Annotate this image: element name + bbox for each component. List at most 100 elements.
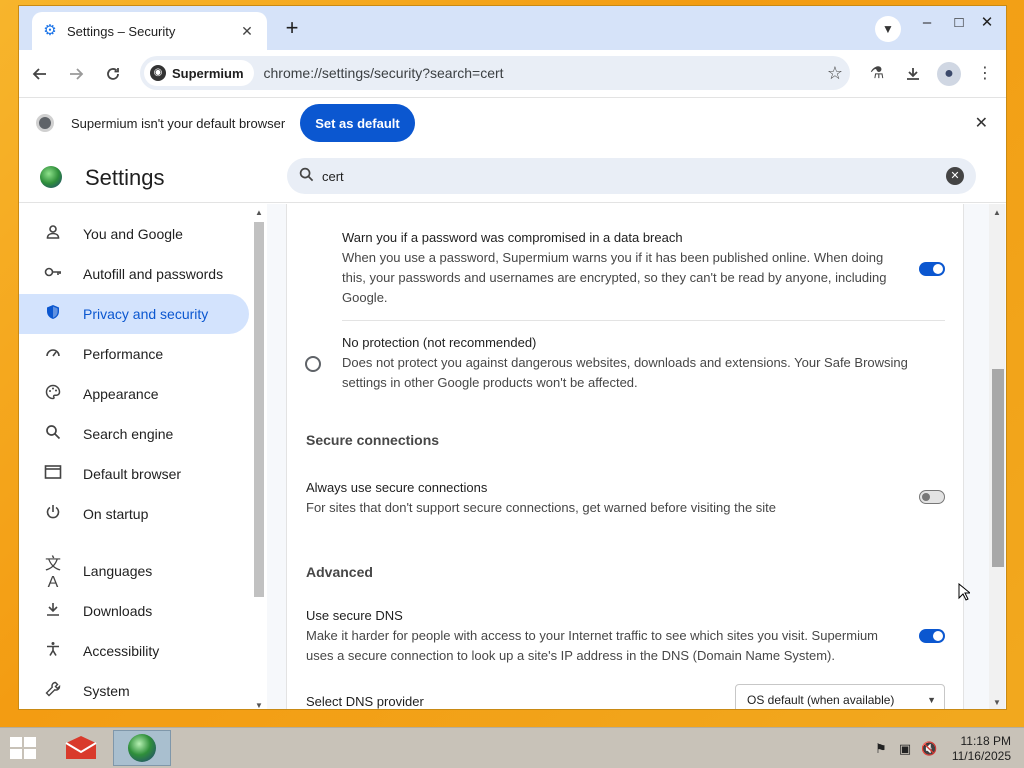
secure-connections-heading: Secure connections: [306, 432, 440, 448]
more-menu-icon[interactable]: ⋮: [973, 62, 997, 86]
taskbar: ⚑ ▣ 🔇 11:18 PM 11/16/2025: [0, 727, 1024, 768]
breach-warning-toggle[interactable]: [919, 262, 945, 276]
banner-close-button[interactable]: ✕: [975, 113, 988, 133]
taskbar-clock[interactable]: 11:18 PM 11/16/2025: [952, 734, 1011, 764]
sidebar-item-search-engine[interactable]: Search engine: [19, 414, 249, 454]
supermium-logo-icon: [128, 734, 156, 762]
close-window-button[interactable]: ✕: [967, 10, 1006, 36]
bookmark-star-icon[interactable]: ☆: [820, 63, 850, 84]
profile-avatar-icon[interactable]: ●: [937, 62, 961, 86]
breach-desc-line: When you use a password, Supermium warns…: [342, 250, 884, 265]
breach-title: Warn you if a password was compromised i…: [342, 230, 683, 245]
tab-search-button[interactable]: ▼: [875, 16, 901, 42]
taskbar-app-1[interactable]: [52, 730, 110, 766]
flag-icon[interactable]: ⚑: [873, 741, 889, 757]
settings-search-box[interactable]: ✕: [287, 158, 976, 194]
sidebar-item-on-startup[interactable]: On startup: [19, 494, 249, 534]
dns-provider-select[interactable]: OS default (when available) ▼: [735, 684, 945, 709]
scroll-down-arrow-icon[interactable]: ▼: [992, 698, 1002, 707]
sidebar-scroll-thumb[interactable]: [254, 222, 264, 597]
arrow-right-icon: [70, 68, 84, 80]
search-icon: [299, 167, 314, 186]
advanced-heading: Advanced: [306, 564, 373, 580]
sidebar-item-default-browser[interactable]: Default browser: [19, 454, 249, 494]
new-tab-button[interactable]: +: [278, 15, 306, 43]
secure-dns-title: Use secure DNS: [306, 608, 403, 623]
secure-dns-toggle[interactable]: [919, 629, 945, 643]
page-title: Settings: [85, 165, 165, 190]
no-protection-desc-line: Does not protect you against dangerous w…: [342, 355, 908, 370]
sidebar-item-autofill[interactable]: Autofill and passwords: [19, 254, 249, 294]
always-secure-title: Always use secure connections: [306, 480, 488, 495]
sidebar-item-performance[interactable]: Performance: [19, 334, 249, 374]
sidebar-item-label: Downloads: [83, 603, 153, 619]
breach-desc-line: this, your passwords and usernames are e…: [342, 270, 887, 285]
sidebar-item-label: You and Google: [83, 226, 183, 242]
sidebar-item-accessibility[interactable]: Accessibility: [19, 631, 249, 671]
sidebar-item-system[interactable]: System: [19, 671, 249, 709]
site-info-icon: ◉: [150, 65, 166, 81]
speedometer-icon: [41, 344, 65, 365]
tab-close-button[interactable]: ✕: [237, 23, 257, 40]
sidebar-scrollbar[interactable]: ▲ ▼: [254, 208, 266, 709]
start-button[interactable]: [10, 737, 38, 761]
security-card: Warn you if a password was compromised i…: [286, 204, 964, 709]
no-protection-desc-line: settings in other Google products won't …: [342, 375, 638, 390]
supermium-logo-icon: [36, 114, 54, 132]
forward-button[interactable]: [62, 60, 90, 88]
settings-logo-icon: [40, 166, 62, 188]
scroll-up-arrow-icon[interactable]: ▲: [254, 208, 264, 217]
clear-search-button[interactable]: ✕: [946, 167, 964, 185]
settings-main: Warn you if a password was compromised i…: [267, 204, 1006, 709]
scroll-up-arrow-icon[interactable]: ▲: [992, 208, 1002, 217]
toolbar: ◉ Supermium chrome://settings/security?s…: [19, 50, 1006, 97]
sidebar-item-label: Appearance: [83, 386, 159, 402]
sidebar-item-appearance[interactable]: Appearance: [19, 374, 249, 414]
sidebar-item-label: Default browser: [83, 466, 182, 482]
key-icon: [41, 264, 65, 285]
clock-time: 11:18 PM: [960, 734, 1011, 748]
sidebar-item-label: Languages: [83, 563, 153, 579]
no-protection-row[interactable]: No protection (not recommended) Does not…: [342, 333, 942, 393]
sidebar-item-label: System: [83, 683, 130, 699]
page-scroll-thumb[interactable]: [992, 369, 1004, 567]
scroll-down-arrow-icon[interactable]: ▼: [254, 701, 264, 709]
network-icon[interactable]: ▣: [897, 741, 913, 757]
secure-dns-desc-line: uses a secure connection to look up a si…: [306, 648, 835, 663]
page-scrollbar[interactable]: ▲ ▼: [989, 204, 1005, 709]
no-protection-title: No protection (not recommended): [342, 335, 537, 350]
chevron-down-icon: ▼: [882, 22, 894, 36]
url-text[interactable]: chrome://settings/security?search=cert: [264, 65, 820, 81]
divider: [342, 320, 945, 321]
address-bar[interactable]: ◉ Supermium chrome://settings/security?s…: [140, 56, 850, 90]
taskbar-supermium[interactable]: [113, 730, 171, 766]
sidebar-item-label: Autofill and passwords: [83, 266, 224, 282]
set-as-default-button[interactable]: Set as default: [300, 104, 415, 142]
settings-search-input[interactable]: [322, 168, 946, 184]
power-icon: [41, 504, 65, 525]
downloads-icon[interactable]: [901, 62, 925, 86]
site-info-chip[interactable]: ◉ Supermium: [144, 60, 254, 86]
mouse-cursor-icon: [958, 583, 970, 601]
sidebar-item-label: Search engine: [83, 426, 174, 442]
browser-window: ⚙ Settings – Security ✕ + ▼ – □ ✕ ◉ Supe…: [18, 5, 1007, 710]
sidebar-item-label: Accessibility: [83, 643, 160, 659]
no-protection-radio[interactable]: [305, 356, 321, 372]
back-button[interactable]: [26, 60, 54, 88]
reload-button[interactable]: [99, 60, 127, 88]
tab-settings[interactable]: ⚙ Settings – Security ✕: [32, 12, 267, 50]
sidebar-item-privacy-and-security[interactable]: Privacy and security: [19, 294, 249, 334]
labs-flask-icon[interactable]: ⚗: [865, 62, 889, 86]
minimize-button[interactable]: –: [909, 10, 945, 36]
sidebar-item-you-and-google[interactable]: You and Google: [19, 214, 249, 254]
arrow-left-icon: [32, 68, 46, 80]
breach-desc-line: Google.: [342, 290, 388, 305]
dns-provider-value: OS default (when available): [747, 693, 895, 707]
dropdown-caret-icon: ▼: [927, 695, 936, 705]
volume-muted-icon[interactable]: 🔇: [921, 741, 937, 757]
tab-title: Settings – Security: [67, 23, 176, 39]
always-secure-toggle[interactable]: [919, 490, 945, 504]
secure-dns-desc-line: Make it harder for people with access to…: [306, 628, 879, 643]
sidebar-item-languages[interactable]: 文A Languages: [19, 551, 249, 591]
sidebar-item-downloads[interactable]: Downloads: [19, 591, 249, 631]
